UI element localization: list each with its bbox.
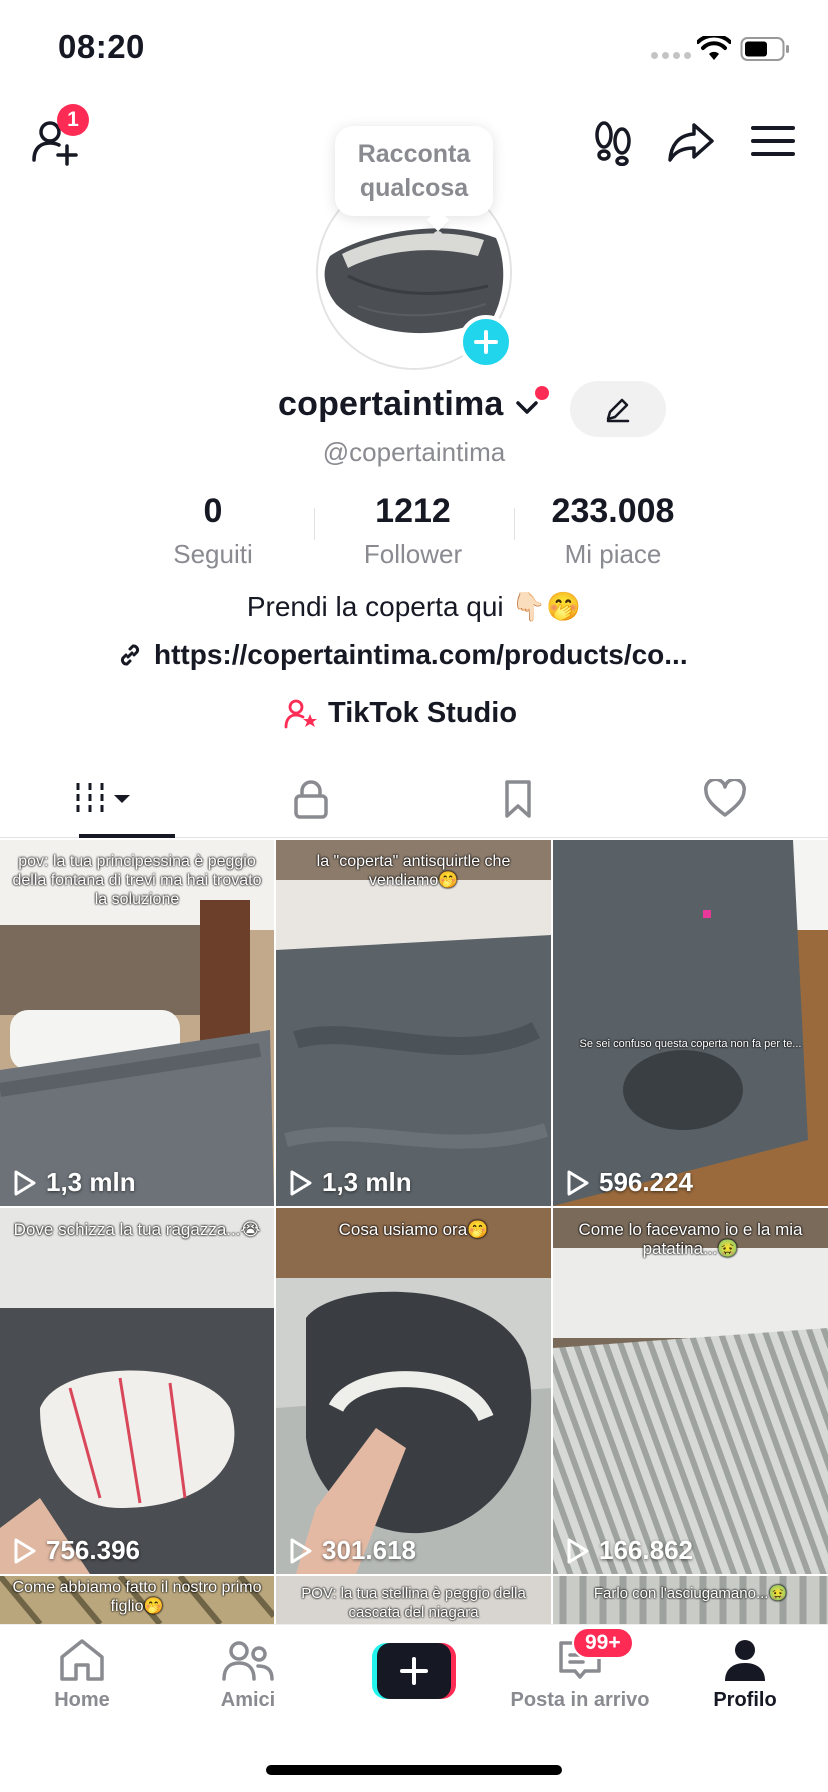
stat-followers[interactable]: 1212 Follower <box>313 492 513 570</box>
video-views: 166.862 <box>565 1535 693 1566</box>
pencil-icon <box>606 398 630 423</box>
edit-profile-button[interactable] <box>570 381 666 437</box>
plus-icon <box>400 1657 428 1685</box>
video-caption: Come abbiamo fatto il nostro primo figli… <box>12 1579 262 1615</box>
lock-icon <box>293 779 328 819</box>
video-caption: POV: la tua stellina è peggio della casc… <box>301 1585 526 1621</box>
share-icon[interactable] <box>666 116 716 166</box>
video-views: 301.618 <box>288 1535 416 1566</box>
video-thumbnail <box>276 840 551 1206</box>
play-icon <box>567 1170 589 1195</box>
status-bar: 08:20 <box>0 0 828 100</box>
video-views: 756.396 <box>12 1535 140 1566</box>
menu-icon[interactable] <box>748 116 798 166</box>
tab-private[interactable] <box>207 760 414 837</box>
video-views: 1,3 mln <box>12 1167 136 1198</box>
inbox-badge: 99+ <box>572 1627 634 1659</box>
cellular-signal-icon <box>651 52 691 59</box>
video-thumbnail <box>553 1208 828 1574</box>
display-name[interactable]: copertaintima <box>278 385 504 424</box>
tab-liked[interactable] <box>621 760 828 837</box>
video-tile[interactable]: Farlo con l'asciugamano...🤢 <box>553 1576 828 1624</box>
chevron-down-icon[interactable] <box>515 398 539 418</box>
profile-icon <box>725 1640 765 1681</box>
link-text: https://copertaintima.com/products/co... <box>154 639 688 670</box>
active-tab-indicator <box>79 834 175 838</box>
video-views: 1,3 mln <box>288 1167 412 1198</box>
nav-profile[interactable]: Profilo <box>670 1637 820 1712</box>
creator-star-icon <box>284 699 317 728</box>
play-icon <box>290 1170 312 1195</box>
play-icon <box>14 1538 36 1563</box>
video-caption: Se sei confuso questa coperta non fa per… <box>579 1038 802 1050</box>
video-thumbnail <box>553 840 828 1206</box>
nav-friends[interactable]: Amici <box>173 1637 323 1712</box>
video-caption: Farlo con l'asciugamano...🤢 <box>593 1585 788 1602</box>
play-icon <box>567 1538 589 1563</box>
add-story-button[interactable] <box>459 315 513 369</box>
video-thumbnail <box>0 1208 274 1574</box>
video-tile[interactable]: POV: la tua stellina è peggio della casc… <box>276 1576 551 1624</box>
friends-icon <box>222 1641 274 1681</box>
video-thumbnail <box>276 1208 551 1574</box>
account-alert-dot <box>535 386 549 400</box>
tab-saved[interactable] <box>414 760 621 837</box>
video-views: 596.224 <box>565 1167 693 1198</box>
bio-text: Prendi la coperta qui 👇🏻🤭 <box>246 591 582 622</box>
video-tile[interactable]: Come abbiamo fatto il nostro primo figli… <box>0 1576 274 1624</box>
tab-videos[interactable] <box>0 760 207 837</box>
battery-icon <box>740 37 789 61</box>
stat-likes[interactable]: 233.008 Mi piace <box>513 492 713 570</box>
tiktok-studio-label: TikTok Studio <box>328 697 518 729</box>
video-tile[interactable]: Cosa usiamo ora🤭 301.618 <box>276 1208 551 1574</box>
tiktok-studio-link[interactable]: TikTok Studio <box>284 697 517 730</box>
video-tile[interactable]: pov: la tua principessina è peggio della… <box>0 840 274 1206</box>
video-caption: la "coperta" antisquirtle che vendiamo🤭 <box>316 853 511 889</box>
video-tile[interactable]: Come lo facevamo io e la mia patatina...… <box>553 1208 828 1574</box>
play-icon <box>290 1538 312 1563</box>
video-tile[interactable]: Se sei confuso questa coperta non fa per… <box>553 840 828 1206</box>
stat-following[interactable]: 0 Seguiti <box>113 492 313 570</box>
profile-link[interactable]: https://copertaintima.com/products/co... <box>116 639 688 671</box>
notification-badge: 1 <box>57 104 89 136</box>
nav-home[interactable]: Home <box>7 1637 157 1712</box>
home-indicator <box>266 1765 562 1775</box>
video-tile[interactable]: la "coperta" antisquirtle che vendiamo🤭 … <box>276 840 551 1206</box>
home-icon <box>60 1639 104 1681</box>
videos-grid-icon <box>76 782 130 815</box>
video-tile[interactable]: Dove schizza la tua ragazza...😭 756.396 <box>0 1208 274 1574</box>
video-caption: Dove schizza la tua ragazza...😭 <box>13 1220 261 1239</box>
video-caption: Cosa usiamo ora🤭 <box>338 1220 489 1239</box>
link-icon <box>120 644 140 666</box>
play-icon <box>14 1170 36 1195</box>
username-handle: @copertaintima <box>322 437 506 467</box>
video-grid: pov: la tua principessina è peggio della… <box>0 840 828 1624</box>
wifi-icon <box>697 36 731 60</box>
video-caption: pov: la tua principessina è peggio della… <box>12 853 262 908</box>
tooltip-dot <box>433 231 443 241</box>
footprints-icon[interactable] <box>588 116 638 166</box>
tooltip-say-something[interactable]: Racconta qualcosa <box>335 126 493 216</box>
status-time: 08:20 <box>58 28 145 65</box>
video-caption: Come lo facevamo io e la mia patatina...… <box>578 1220 803 1258</box>
bookmark-icon <box>504 779 531 818</box>
create-button[interactable] <box>372 1643 456 1699</box>
profile-tabs <box>0 760 828 838</box>
profile-bio: Prendi la coperta qui 👇🏻🤭 <box>0 590 828 623</box>
heart-icon <box>703 778 746 817</box>
